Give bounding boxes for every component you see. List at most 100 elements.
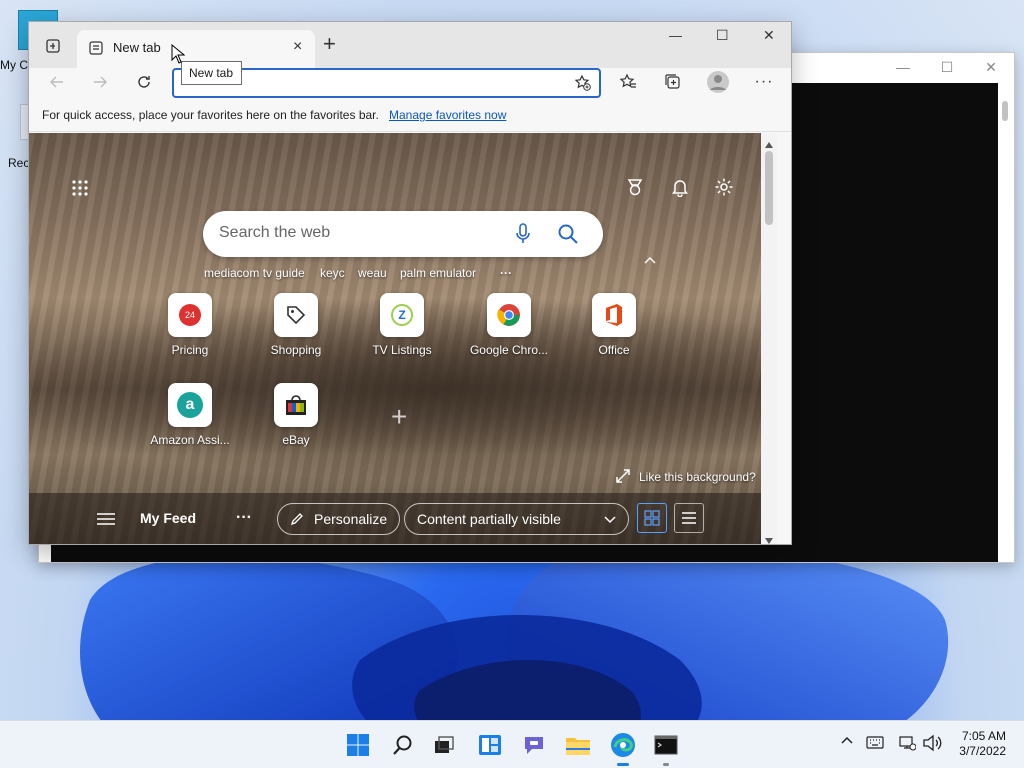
wallpaper-bloom	[60, 540, 960, 740]
forward-button[interactable]	[86, 68, 114, 96]
mouse-cursor-icon	[171, 43, 186, 67]
tab-close-button[interactable]: ×	[293, 38, 302, 56]
back-button[interactable]	[43, 68, 71, 96]
apps-launcher-icon[interactable]	[71, 179, 89, 197]
browser-window[interactable]: New tab × + — ☐ ✕ ··· For quick access, …	[28, 21, 792, 545]
tray-overflow-chevron-icon[interactable]	[840, 733, 854, 748]
list-layout-button[interactable]	[674, 503, 704, 533]
console-close-button[interactable]: ✕	[969, 59, 1013, 79]
grid-layout-icon	[644, 510, 660, 526]
edge-taskbar-button[interactable]	[607, 729, 639, 766]
task-view-icon	[435, 736, 454, 753]
terminal-taskbar-button[interactable]	[650, 729, 682, 766]
pricing-icon: 24	[168, 293, 212, 337]
chat-button[interactable]	[518, 729, 550, 761]
network-icon[interactable]	[898, 734, 917, 755]
new-tab-page: mediacom tv guide keyc weau palm emulato…	[29, 133, 777, 544]
expand-arrows-icon[interactable]	[615, 468, 631, 487]
widgets-icon	[479, 735, 501, 755]
personalize-button[interactable]: Personalize	[277, 503, 401, 535]
quick-search-chip[interactable]: mediacom tv guide	[204, 266, 305, 280]
notifications-bell-icon[interactable]	[670, 177, 690, 200]
tile-label: Pricing	[171, 343, 209, 357]
pencil-icon	[290, 513, 303, 526]
scroll-up-arrow-icon[interactable]	[765, 137, 773, 151]
chat-icon	[525, 737, 543, 754]
settings-more-button[interactable]: ···	[750, 68, 778, 96]
refresh-icon	[138, 76, 150, 88]
scroll-down-arrow-icon[interactable]	[765, 533, 773, 544]
browser-maximize-button[interactable]: ☐	[716, 27, 729, 44]
widgets-button[interactable]	[474, 729, 506, 761]
tab-title: New tab	[113, 40, 161, 55]
feed-menu-icon[interactable]	[97, 512, 115, 529]
search-icon	[393, 735, 412, 755]
console-maximize-button[interactable]: ☐	[925, 59, 969, 79]
scrollbar-thumb[interactable]	[765, 151, 773, 225]
keyboard-icon[interactable]	[866, 736, 884, 752]
collections-button[interactable]	[659, 68, 687, 96]
favorites-button[interactable]	[614, 68, 642, 96]
quick-search-chip[interactable]: keyc	[320, 266, 345, 280]
my-feed-title[interactable]: My Feed	[140, 510, 196, 526]
like-background-link[interactable]: Like this background?	[639, 470, 756, 484]
file-explorer-icon	[566, 738, 590, 755]
add-favorite-star-icon[interactable]	[574, 74, 592, 95]
web-search-box[interactable]	[203, 211, 603, 257]
tile-label: Google Chro...	[469, 343, 549, 357]
forward-arrow-icon	[94, 76, 107, 88]
running-app-indicator	[663, 763, 669, 766]
feed-more-button[interactable]: ···	[236, 509, 252, 527]
quick-search-chip[interactable]: weau	[358, 266, 387, 280]
quick-link-tile-tv-listings[interactable]: Z TV Listings	[357, 293, 447, 357]
console-scrollbar[interactable]	[998, 83, 1014, 562]
search-icon[interactable]	[557, 223, 579, 248]
quick-link-tile-shopping[interactable]: Shopping	[251, 293, 341, 357]
new-tab-page-icon	[89, 41, 103, 58]
volume-icon[interactable]	[922, 734, 942, 755]
amazon-icon: a	[168, 383, 212, 427]
chrome-icon	[487, 293, 531, 337]
content-visibility-dropdown[interactable]: Content partially visible	[404, 503, 629, 535]
console-minimize-button[interactable]: —	[881, 59, 925, 79]
start-button[interactable]	[342, 729, 374, 761]
new-tab-tooltip: New tab	[181, 61, 242, 85]
browser-minimize-button[interactable]: —	[669, 28, 682, 43]
quick-link-tile-office[interactable]: Office	[569, 293, 659, 357]
browser-toolbar: ···	[29, 68, 791, 102]
system-clock[interactable]: 7:05 AM 3/7/2022	[959, 729, 1006, 759]
quick-link-tile-amazon-assistant[interactable]: a Amazon Assi...	[145, 383, 235, 447]
taskbar-search-button[interactable]	[387, 729, 419, 761]
content-visibility-label: Content partially visible	[417, 511, 561, 527]
browser-close-button[interactable]: ✕	[763, 27, 775, 44]
tile-label: Amazon Assi...	[150, 433, 230, 447]
avatar-icon	[707, 71, 729, 93]
profile-button[interactable]	[704, 68, 732, 96]
collapse-chevron-up-icon[interactable]	[643, 254, 657, 268]
add-shortcut-button[interactable]: +	[391, 401, 407, 433]
grid-layout-button[interactable]	[637, 503, 667, 533]
task-view-button[interactable]	[428, 729, 460, 761]
quick-link-tile-google-chrome[interactable]: Google Chro...	[464, 293, 554, 357]
list-layout-icon	[682, 512, 696, 524]
web-search-input[interactable]	[219, 224, 509, 242]
quick-link-tile-pricing[interactable]: 24 Pricing	[145, 293, 235, 357]
rewards-icon[interactable]	[625, 177, 645, 200]
tile-label: TV Listings	[372, 343, 432, 357]
page-scrollbar[interactable]	[761, 133, 777, 544]
manage-favorites-link[interactable]: Manage favorites now	[389, 108, 506, 122]
new-tab-button[interactable]: +	[323, 31, 336, 57]
start-icon	[347, 734, 369, 756]
quick-search-chip[interactable]: palm emulator	[400, 266, 476, 280]
tab-actions-icon[interactable]	[39, 32, 67, 60]
refresh-button[interactable]	[130, 68, 158, 96]
quick-search-more-button[interactable]: ···	[500, 266, 512, 280]
tile-label: Shopping	[270, 343, 322, 357]
tile-label: eBay	[282, 433, 310, 447]
favorites-bar: For quick access, place your favorites h…	[29, 102, 791, 132]
page-settings-gear-icon[interactable]	[714, 177, 734, 200]
microphone-icon[interactable]	[515, 223, 531, 248]
quick-link-tile-ebay[interactable]: eBay	[251, 383, 341, 447]
office-icon	[592, 293, 636, 337]
file-explorer-button[interactable]	[562, 729, 594, 761]
